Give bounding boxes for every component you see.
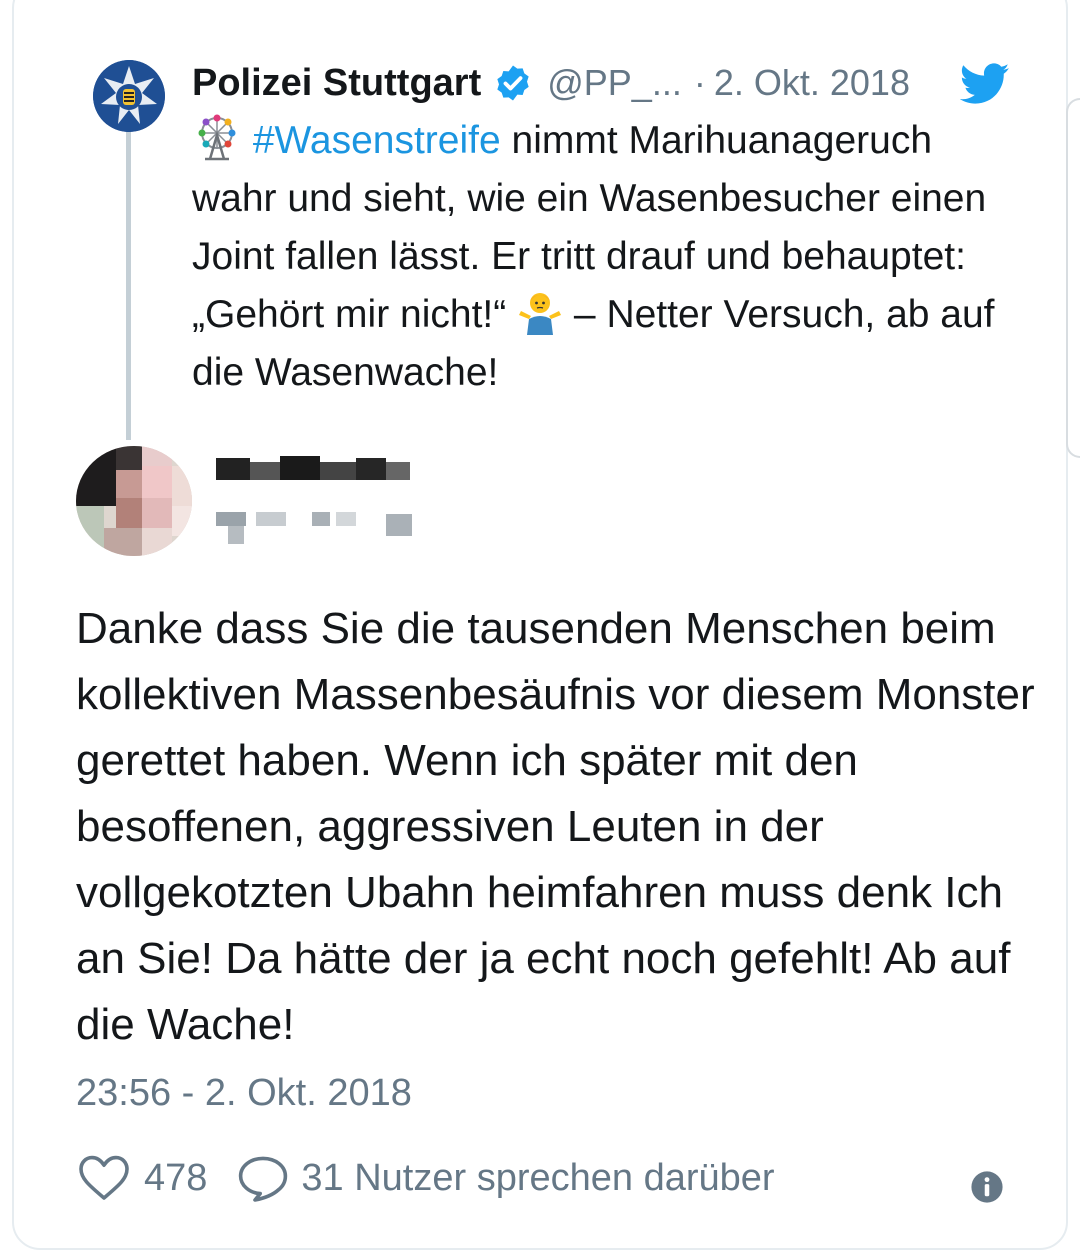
pixelated-avatar-image: [76, 446, 192, 556]
tweet-header: Polizei Stuttgart @PP_... · 2. Okt. 2018: [192, 56, 1012, 110]
comments-label[interactable]: 31 Nutzer sprechen darüber: [301, 1157, 774, 1200]
blurred-reply-author-name[interactable]: [216, 452, 416, 488]
reply-author-avatar[interactable]: [76, 446, 192, 556]
author-handle[interactable]: @PP_...: [547, 62, 682, 104]
reply-timestamp[interactable]: 23:56 - 2. Okt. 2018: [76, 1072, 412, 1115]
side-panel-edge: [1066, 98, 1080, 458]
tweet-date[interactable]: 2. Okt. 2018: [714, 62, 910, 104]
twitter-bird-icon: [960, 63, 1010, 104]
ferris-wheel-icon: [198, 114, 236, 161]
like-count[interactable]: 478: [144, 1157, 207, 1200]
info-icon[interactable]: [970, 1170, 1004, 1204]
police-star-logo: [93, 60, 165, 132]
thread-connector-line: [126, 128, 131, 440]
shrug-person-icon: [519, 293, 562, 335]
blurred-reply-author-handle[interactable]: [216, 504, 426, 548]
header-separator: ·: [693, 62, 706, 103]
hashtag-link[interactable]: #Wasenstreife: [253, 119, 501, 162]
tweet-actions-bar: 478 31 Nutzer sprechen darüber: [78, 1148, 1018, 1208]
heart-icon[interactable]: [78, 1154, 130, 1202]
author-avatar[interactable]: [93, 60, 165, 132]
verified-badge-icon: [497, 65, 529, 101]
speech-bubble-icon[interactable]: [237, 1154, 289, 1202]
reply-tweet-text: Danke dass Sie die tausenden Menschen be…: [76, 604, 1035, 1049]
parent-tweet-text: #Wasenstreife nimmt Marihuanageruch wahr…: [192, 112, 1022, 402]
author-name[interactable]: Polizei Stuttgart: [192, 62, 481, 105]
